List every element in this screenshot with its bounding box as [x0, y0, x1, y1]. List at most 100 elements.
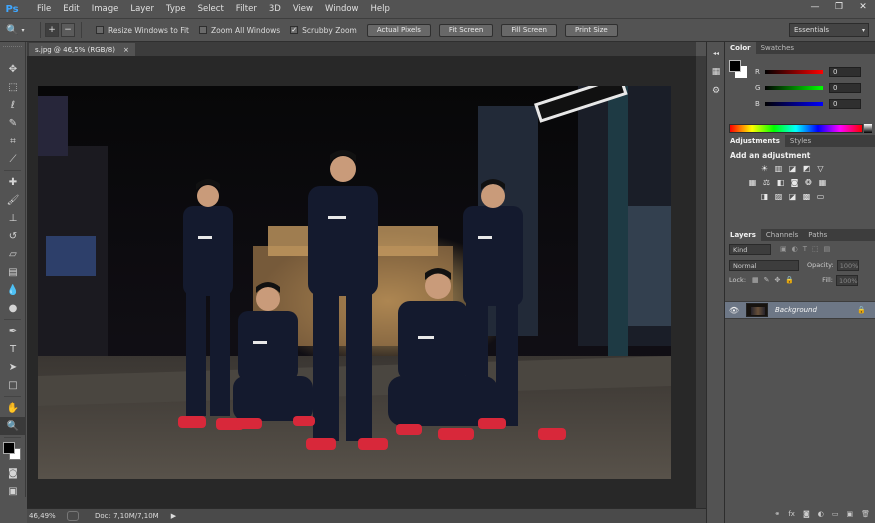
pixel-filter-icon[interactable]: ▣ [780, 245, 787, 253]
zoom-tool-icon[interactable]: 🔍 [0, 417, 26, 435]
image-canvas[interactable] [38, 86, 671, 479]
eye-icon[interactable]: 👁 [725, 306, 743, 315]
resize-windows-checkbox[interactable]: Resize Windows to Fit [96, 26, 189, 35]
vibrance-icon[interactable]: ▽ [815, 163, 826, 174]
tab-styles[interactable]: Styles [785, 135, 816, 147]
fit-screen-button[interactable]: Fit Screen [438, 23, 494, 37]
curves-icon[interactable]: ◪ [787, 163, 798, 174]
add-mask-icon[interactable]: ◙ [803, 510, 810, 518]
lasso-tool-icon[interactable]: ℓ [0, 96, 26, 114]
channel-mixer-icon[interactable]: ❂ [803, 177, 814, 188]
chevron-right-icon[interactable]: ▶ [171, 512, 176, 520]
tab-channels[interactable]: Channels [761, 229, 803, 241]
red-value-input[interactable]: 0 [829, 67, 861, 77]
color-lookup-icon[interactable]: ▦ [817, 177, 828, 188]
delete-layer-icon[interactable]: 🗑 [861, 510, 870, 518]
new-layer-icon[interactable]: ▣ [846, 510, 853, 518]
workspace-select[interactable]: Essentials ▾ [789, 23, 869, 37]
hue-saturation-icon[interactable]: ▦ [747, 177, 758, 188]
zoom-in-button[interactable]: + [45, 23, 59, 37]
rectangle-tool-icon[interactable]: □ [0, 376, 26, 394]
lock-image-icon[interactable]: ✎ [764, 276, 770, 284]
pen-tool-icon[interactable]: ✒ [0, 322, 26, 340]
restore-button[interactable]: ❐ [827, 0, 851, 14]
photo-filter-icon[interactable]: ◙ [789, 177, 800, 188]
eraser-tool-icon[interactable]: ▱ [0, 245, 26, 263]
blend-mode-select[interactable]: Normal [729, 259, 799, 271]
red-slider[interactable] [765, 70, 823, 74]
color-spectrum[interactable] [729, 124, 863, 133]
actual-pixels-button[interactable]: Actual Pixels [366, 23, 431, 37]
history-icon[interactable]: ▦ [708, 64, 724, 80]
gradient-tool-icon[interactable]: ▤ [0, 263, 26, 281]
eyedropper-tool-icon[interactable]: ⟋ [0, 150, 26, 168]
brush-tool-icon[interactable]: 🖌 [0, 191, 26, 209]
lock-transparent-icon[interactable]: ▦ [752, 276, 759, 284]
levels-icon[interactable]: ▥ [773, 163, 784, 174]
collapse-panels-icon[interactable]: ◂◂ [708, 45, 724, 61]
foreground-color-swatch[interactable] [3, 442, 15, 454]
close-button[interactable]: ✕ [851, 0, 875, 14]
menu-window[interactable]: Window [319, 0, 365, 18]
share-icon[interactable] [67, 511, 79, 521]
menu-3d[interactable]: 3D [263, 0, 287, 18]
new-adjustment-icon[interactable]: ◐ [818, 510, 824, 518]
fill-input[interactable]: 100% [835, 274, 858, 286]
menu-file[interactable]: File [31, 0, 57, 18]
tab-color[interactable]: Color [725, 42, 756, 54]
color-swatches[interactable] [0, 440, 26, 464]
brightness-icon[interactable]: ☀ [759, 163, 770, 174]
print-size-button[interactable]: Print Size [565, 23, 618, 37]
black-white-icon[interactable]: ◧ [775, 177, 786, 188]
green-value-input[interactable]: 0 [829, 83, 861, 93]
blue-value-input[interactable]: 0 [829, 99, 861, 109]
menu-view[interactable]: View [287, 0, 319, 18]
vertical-scrollbar[interactable] [696, 56, 706, 508]
menu-image[interactable]: Image [86, 0, 125, 18]
scrubby-zoom-checkbox[interactable]: ✓ Scrubby Zoom [290, 26, 357, 35]
clone-stamp-tool-icon[interactable]: ⊥ [0, 209, 26, 227]
hand-tool-icon[interactable]: ✋ [0, 399, 26, 417]
type-filter-icon[interactable]: T [803, 245, 807, 253]
move-tool-icon[interactable]: ✥ [0, 60, 26, 78]
lock-all-icon[interactable]: 🔒 [785, 276, 794, 284]
tab-adjustments[interactable]: Adjustments [725, 135, 785, 147]
menu-layer[interactable]: Layer [124, 0, 160, 18]
shape-filter-icon[interactable]: ⬚ [812, 245, 819, 253]
menu-help[interactable]: Help [365, 0, 396, 18]
menu-filter[interactable]: Filter [230, 0, 263, 18]
tab-swatches[interactable]: Swatches [756, 42, 799, 54]
posterize-icon[interactable]: ▨ [773, 191, 784, 202]
dodge-tool-icon[interactable]: ● [0, 299, 26, 317]
minimize-button[interactable]: — [803, 0, 827, 14]
lock-position-icon[interactable]: ✥ [775, 276, 781, 284]
tab-paths[interactable]: Paths [803, 229, 832, 241]
grayscale-ramp[interactable] [864, 124, 872, 133]
quick-mask-icon[interactable]: ◙ [0, 464, 26, 482]
history-brush-tool-icon[interactable]: ↺ [0, 227, 26, 245]
exposure-icon[interactable]: ◩ [801, 163, 812, 174]
smart-object-filter-icon[interactable]: ▤ [824, 245, 831, 253]
zoom-all-windows-checkbox[interactable]: Zoom All Windows [198, 26, 280, 35]
selective-color-icon[interactable]: ▩ [801, 191, 812, 202]
invert-icon[interactable]: ◨ [759, 191, 770, 202]
crop-tool-icon[interactable]: ⌗ [0, 132, 26, 150]
layer-row[interactable]: 👁 Background 🔒 [725, 301, 875, 319]
gradient-map-icon[interactable]: ▭ [815, 191, 826, 202]
color-balance-icon[interactable]: ⚖ [761, 177, 772, 188]
quick-select-tool-icon[interactable]: ✎ [0, 114, 26, 132]
zoom-level[interactable]: 46,49% [27, 512, 61, 520]
panel-grip[interactable] [3, 46, 22, 56]
blue-slider[interactable] [765, 102, 823, 106]
type-tool-icon[interactable]: T [0, 340, 26, 358]
menu-select[interactable]: Select [192, 0, 230, 18]
tab-layers[interactable]: Layers [725, 229, 761, 241]
foreground-color-swatch[interactable] [729, 60, 741, 72]
fill-screen-button[interactable]: Fill Screen [501, 23, 557, 37]
marquee-tool-icon[interactable]: ⬚ [0, 78, 26, 96]
link-layers-icon[interactable]: ⚭ [774, 510, 780, 518]
menu-edit[interactable]: Edit [57, 0, 85, 18]
adjustment-filter-icon[interactable]: ◐ [792, 245, 798, 253]
healing-brush-tool-icon[interactable]: ✚ [0, 173, 26, 191]
blur-tool-icon[interactable]: 💧 [0, 281, 26, 299]
